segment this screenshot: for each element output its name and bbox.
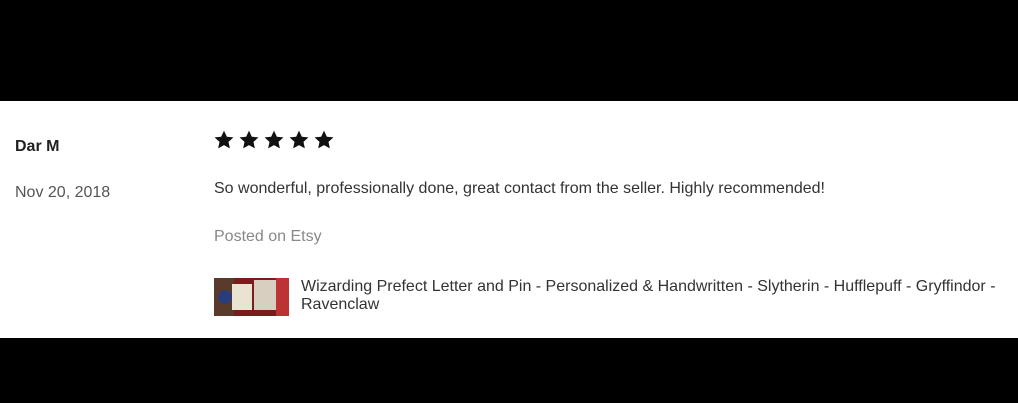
reviewer-name[interactable]: Dar M	[15, 138, 59, 156]
product-thumbnail[interactable]	[214, 278, 289, 316]
review-source: Posted on Etsy	[214, 228, 322, 245]
product-title[interactable]: Wizarding Prefect Letter and Pin - Perso…	[301, 278, 1006, 314]
review-text: So wonderful, professionally done, great…	[214, 180, 825, 197]
star-icon	[288, 129, 310, 151]
review-date: Nov 20, 2018	[15, 184, 111, 201]
product-link[interactable]: Wizarding Prefect Letter and Pin - Perso…	[214, 278, 1006, 316]
star-icon	[213, 129, 235, 151]
star-icon	[263, 129, 285, 151]
review-card: Dar M Nov 20, 2018 So wonderful, profess…	[0, 101, 1018, 338]
star-icon	[313, 129, 335, 151]
star-rating	[213, 129, 335, 151]
star-icon	[238, 129, 260, 151]
